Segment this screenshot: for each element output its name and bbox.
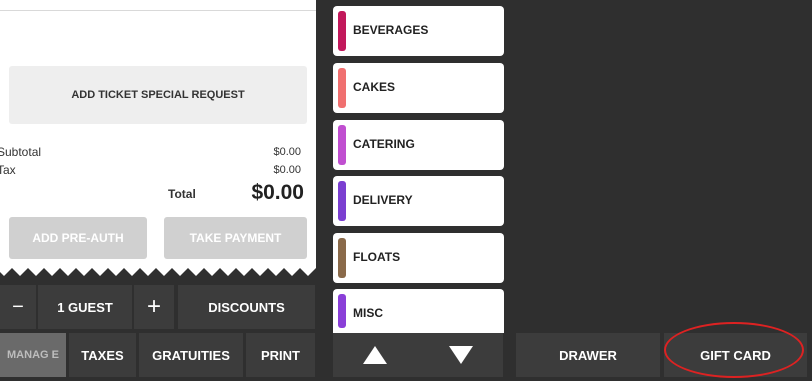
category-scroll-bar bbox=[333, 333, 503, 377]
special-request-label: ADD TICKET SPECIAL REQUEST bbox=[71, 89, 245, 101]
add-pre-auth-label: ADD PRE-AUTH bbox=[32, 231, 124, 245]
category-color-swatch bbox=[338, 68, 346, 108]
discounts-label: DISCOUNTS bbox=[208, 299, 285, 315]
plus-icon: + bbox=[146, 293, 161, 320]
add-pre-auth-button[interactable]: ADD PRE-AUTH bbox=[9, 217, 147, 259]
receipt-tear-edge bbox=[0, 262, 316, 276]
print-label: PRINT bbox=[261, 347, 300, 363]
category-color-swatch bbox=[338, 294, 346, 328]
category-label: FLOATS bbox=[353, 250, 401, 264]
drawer-button[interactable]: DRAWER bbox=[516, 333, 660, 377]
category-label: DELIVERY bbox=[353, 193, 413, 207]
gift-card-label: GIFT CARD bbox=[700, 347, 771, 363]
guest-count-label: 1 GUEST bbox=[57, 299, 113, 315]
category-label: CAKES bbox=[353, 80, 396, 94]
category-floats[interactable]: FLOATS bbox=[333, 233, 504, 283]
tax-value: $0.00 bbox=[273, 164, 301, 176]
triangle-up-icon bbox=[363, 346, 387, 364]
taxes-label: TAXES bbox=[81, 347, 124, 363]
category-misc[interactable]: MISC bbox=[333, 289, 504, 333]
gift-card-button[interactable]: GIFT CARD bbox=[664, 333, 807, 377]
minus-icon: − bbox=[12, 295, 24, 318]
tax-label: Tax bbox=[0, 163, 16, 177]
manage-label: MANAG E bbox=[7, 348, 59, 361]
category-color-swatch bbox=[338, 125, 346, 165]
total-label: Total bbox=[168, 187, 196, 201]
category-cakes[interactable]: CAKES bbox=[333, 63, 504, 113]
category-beverages[interactable]: BEVERAGES bbox=[333, 6, 504, 56]
take-payment-button[interactable]: TAKE PAYMENT bbox=[164, 217, 307, 259]
discounts-button[interactable]: DISCOUNTS bbox=[178, 285, 315, 329]
gratuities-button[interactable]: GRATUITIES bbox=[139, 333, 243, 377]
category-label: MISC bbox=[353, 306, 383, 320]
category-catering[interactable]: CATERING bbox=[333, 120, 504, 170]
total-value: $0.00 bbox=[251, 181, 304, 204]
ticket-panel: ADD TICKET SPECIAL REQUEST Subtotal $0.0… bbox=[0, 0, 316, 268]
subtotal-label: Subtotal bbox=[0, 145, 42, 159]
divider bbox=[0, 10, 316, 11]
print-button[interactable]: PRINT bbox=[246, 333, 315, 377]
category-label: CATERING bbox=[353, 137, 415, 151]
category-delivery[interactable]: DELIVERY bbox=[333, 176, 504, 226]
increase-guest-button[interactable]: + bbox=[134, 285, 174, 329]
add-ticket-special-request-button[interactable]: ADD TICKET SPECIAL REQUEST bbox=[9, 66, 307, 124]
drawer-label: DRAWER bbox=[559, 347, 617, 363]
scroll-down-button[interactable] bbox=[421, 333, 501, 377]
subtotal-value: $0.00 bbox=[273, 146, 301, 158]
triangle-down-icon bbox=[449, 346, 473, 364]
category-color-swatch bbox=[338, 181, 346, 221]
manage-button[interactable]: MANAG E bbox=[0, 333, 66, 377]
category-color-swatch bbox=[338, 238, 346, 278]
category-label: BEVERAGES bbox=[353, 23, 429, 37]
take-payment-label: TAKE PAYMENT bbox=[189, 231, 282, 245]
gratuities-label: GRATUITIES bbox=[152, 347, 230, 363]
category-color-swatch bbox=[338, 11, 346, 51]
decrease-guest-button[interactable]: − bbox=[0, 285, 36, 329]
scroll-up-button[interactable] bbox=[335, 333, 415, 377]
taxes-button[interactable]: TAXES bbox=[69, 333, 136, 377]
guest-count-button[interactable]: 1 GUEST bbox=[38, 285, 132, 329]
